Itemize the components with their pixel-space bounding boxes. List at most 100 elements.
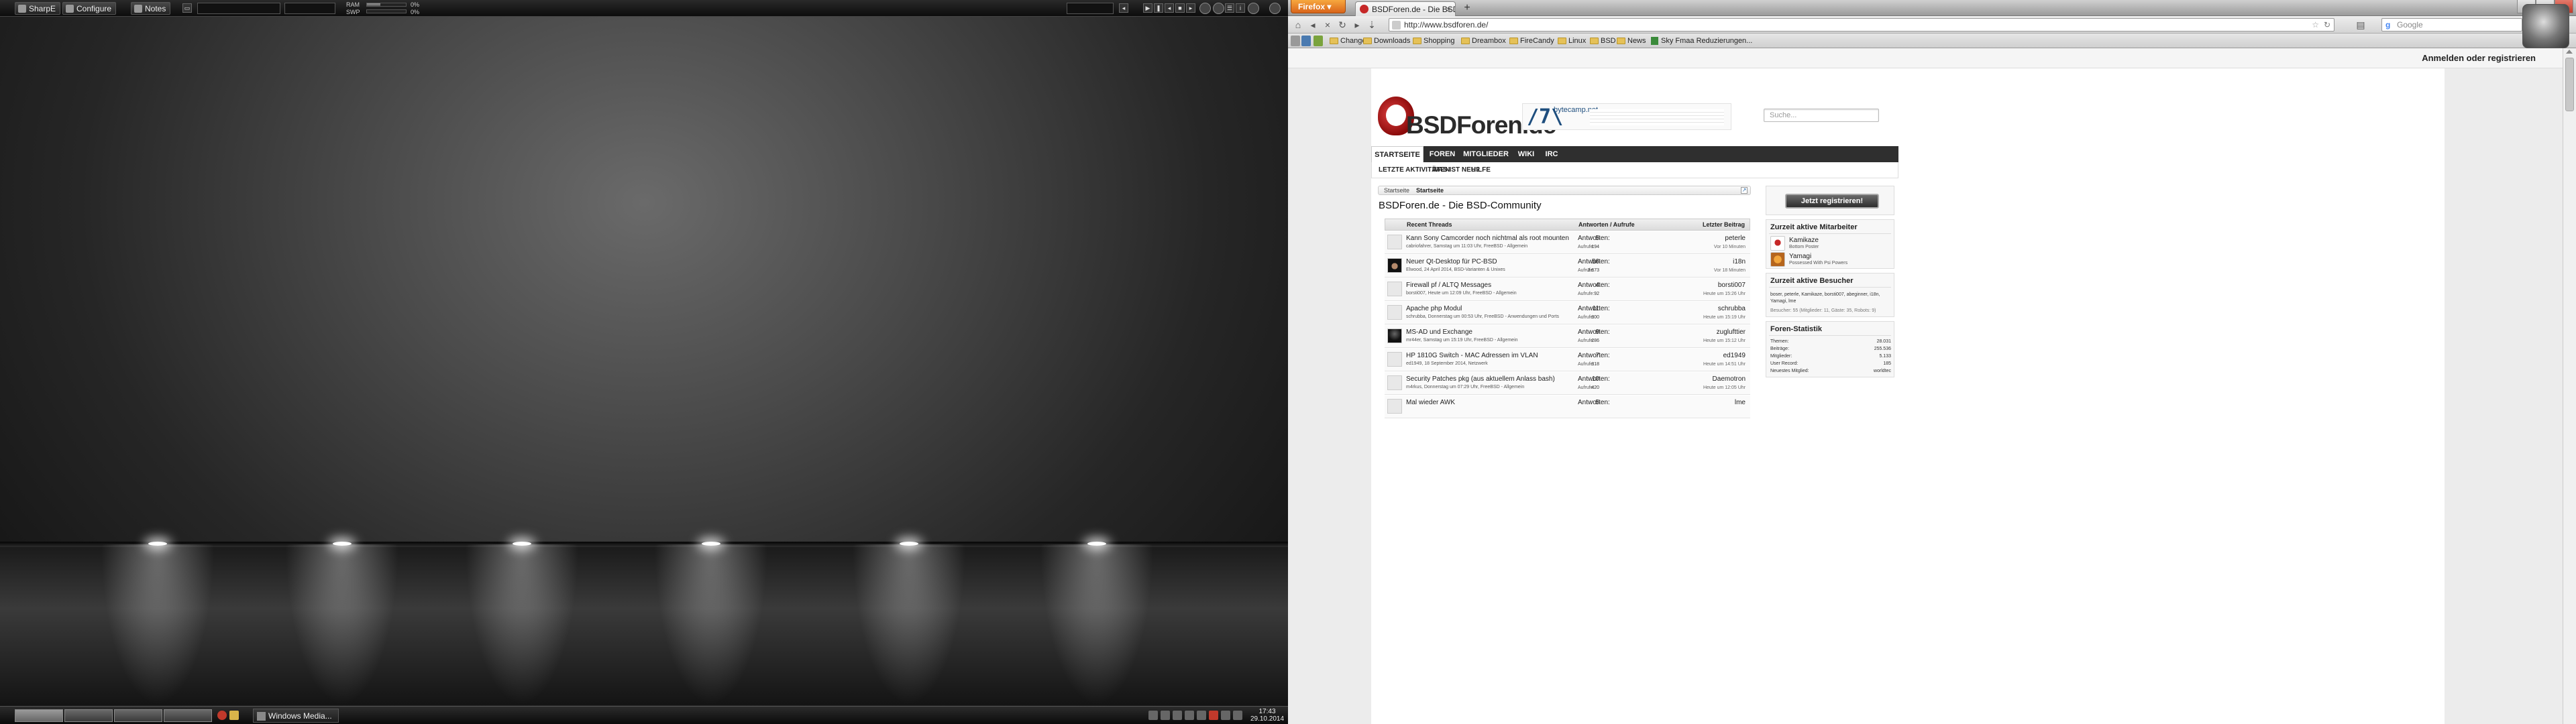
tray-icon[interactable] [1209,711,1218,720]
forward-icon[interactable]: ▸ [1350,18,1364,32]
browser-tab[interactable]: BSDForen.de - Die BSD-Com... × [1355,1,1456,16]
avatar[interactable] [1387,352,1402,367]
configure-button[interactable]: Configure [62,2,117,15]
search-bar[interactable]: g Google [2381,18,2522,32]
tab-foren[interactable]: FOREN [1428,146,1457,162]
jump-to-icon[interactable]: ↗ [1741,187,1748,194]
back-icon[interactable]: ◂ [1305,18,1320,32]
table-row[interactable]: Apache php Modul schrubba, Donnerstag um … [1385,302,1750,324]
avatar[interactable] [1387,282,1402,296]
bookmark-folder[interactable]: Downloads [1363,36,1410,46]
avatar[interactable] [1387,305,1402,320]
thread-title[interactable]: Neuer Qt-Desktop für PC-BSD [1406,258,1497,265]
last-poster[interactable]: schrubba [1718,305,1746,312]
desktop-3[interactable] [114,709,162,722]
sub-tab-help[interactable]: HILFE [1471,162,1491,178]
sharpe-button[interactable]: SharpE [15,2,61,15]
mail-icon[interactable] [1213,3,1224,14]
table-row[interactable]: Mal wieder AWK Antworten: 5 lme [1385,396,1750,418]
prev-icon[interactable]: ◂ [1165,3,1174,13]
site-search-input[interactable]: Suche... [1764,109,1879,122]
tab-startseite[interactable]: STARTSEITE [1371,146,1424,162]
desktop-1[interactable] [15,709,63,722]
staff-member[interactable]: Yamagi Possessed With Psi Powers [1770,252,1891,268]
player-icon[interactable] [1199,3,1211,14]
new-tab-button[interactable]: + [1460,1,1474,15]
panel-input[interactable] [197,3,280,14]
bookmark-star-icon[interactable]: ☆ [2312,19,2319,31]
power-icon[interactable] [1269,3,1281,14]
visitor-list[interactable]: boser, peterle, Kamikaze, borsti007, abe… [1770,292,1891,305]
table-row[interactable]: HP 1810G Switch - MAC Adressen im VLAN ed… [1385,349,1750,371]
home-icon[interactable]: ⌂ [1291,18,1305,32]
table-row[interactable]: Firewall pf / ALTQ Messages borsti007, He… [1385,278,1750,301]
clock[interactable]: 17:43 29.10.2014 [1249,708,1285,723]
staff-member[interactable]: Kamikaze Bottom Poster [1770,236,1891,252]
bookmark-folder[interactable]: Change [1330,36,1366,46]
page-scrollbar[interactable] [2563,48,2576,724]
url-reload-icon[interactable]: ↻ [2324,19,2330,31]
last-post-time[interactable]: Heute um 15:19 Uhr [1703,315,1746,320]
bookmarks-menu-icon[interactable] [1291,36,1300,46]
bookmark-folder[interactable]: Shopping [1413,36,1455,46]
thread-title[interactable]: MS-AD und Exchange [1406,328,1472,336]
thread-title[interactable]: Kann Sony Camcorder noch nichtmal als ro… [1406,235,1569,242]
tray-icon[interactable] [1221,711,1230,720]
tray-icon[interactable] [1173,711,1182,720]
globe-icon[interactable] [1248,3,1259,14]
bookmark-folder[interactable]: FireCandy [1509,36,1554,46]
last-poster[interactable]: lme [1735,399,1746,406]
stop-icon[interactable]: × [1320,18,1335,32]
bookmark-folder[interactable]: BSD [1590,36,1616,46]
tray-icon[interactable] [1197,711,1206,720]
last-post-time[interactable]: Heute um 15:12 Uhr [1703,339,1746,343]
folder-icon[interactable] [229,711,239,720]
bookmark-folder[interactable]: Dreambox [1461,36,1506,46]
scroll-up-icon[interactable] [2566,50,2573,54]
tabgroups-icon[interactable]: ▤ [2353,18,2368,32]
sync-icon[interactable] [1301,36,1311,46]
next-icon[interactable]: ▸ [1186,3,1195,13]
last-poster[interactable]: Daemotron [1713,375,1746,383]
last-post-time[interactable]: Heute um 15:26 Uhr [1703,292,1746,296]
avatar[interactable] [1387,328,1402,343]
stop-icon[interactable]: ■ [1175,3,1185,13]
tray-icon[interactable] [1233,711,1242,720]
volume-icon[interactable]: ◂ [1119,3,1128,13]
stat-value[interactable]: worldtec [1874,369,1891,373]
last-poster[interactable]: peterle [1725,235,1746,242]
task-windows-media[interactable]: Windows Media... [253,709,339,723]
avatar[interactable] [1387,258,1402,273]
table-row[interactable]: Kann Sony Camcorder noch nichtmal als ro… [1385,231,1750,254]
pause-icon[interactable]: ❚ [1154,3,1163,13]
settings-icon[interactable]: ☰ [1225,3,1234,13]
member-name[interactable]: Yamagi [1789,253,1811,260]
login-link[interactable]: Anmelden oder registrieren [2422,53,2536,63]
desktop-4[interactable] [164,709,212,722]
breadcrumb-home[interactable]: Startseite [1379,186,1409,194]
reload-icon[interactable]: ↻ [1335,18,1350,32]
last-post-time[interactable]: Vor 18 Minuten [1714,268,1746,273]
register-button[interactable]: Jetzt registrieren! [1785,194,1879,208]
table-row[interactable]: MS-AD und Exchange mr44er, Samstag um 15:… [1385,325,1750,348]
firefox-icon[interactable] [217,711,227,720]
tray-icon[interactable] [1185,711,1194,720]
tray-icon[interactable] [1161,711,1170,720]
bookmark-link[interactable]: Sky Fmaa Reduzierungen... [1650,36,1752,46]
last-poster[interactable]: i18n [1733,258,1746,265]
window-icon[interactable]: ▭ [182,3,192,13]
thread-title[interactable]: HP 1810G Switch - MAC Adressen im VLAN [1406,352,1538,359]
download-icon[interactable]: ⇣ [1364,18,1379,32]
play-icon[interactable]: ▶ [1143,3,1152,13]
firefox-menu-button[interactable]: Firefox ▾ [1291,0,1346,13]
desktop-2[interactable] [64,709,113,722]
last-poster[interactable]: borsti007 [1718,282,1746,289]
last-poster[interactable]: zuglufttier [1717,328,1746,336]
bookmark-folder[interactable]: News [1617,36,1646,46]
bookmark-folder[interactable]: Linux [1558,36,1586,46]
avatar[interactable] [1387,235,1402,249]
addon-icon[interactable] [1313,36,1323,46]
last-post-time[interactable]: Heute um 12:05 Uhr [1703,385,1746,390]
tab-mitglieder[interactable]: MITGLIEDER [1461,146,1511,162]
tab-wiki[interactable]: WIKI [1515,146,1538,162]
